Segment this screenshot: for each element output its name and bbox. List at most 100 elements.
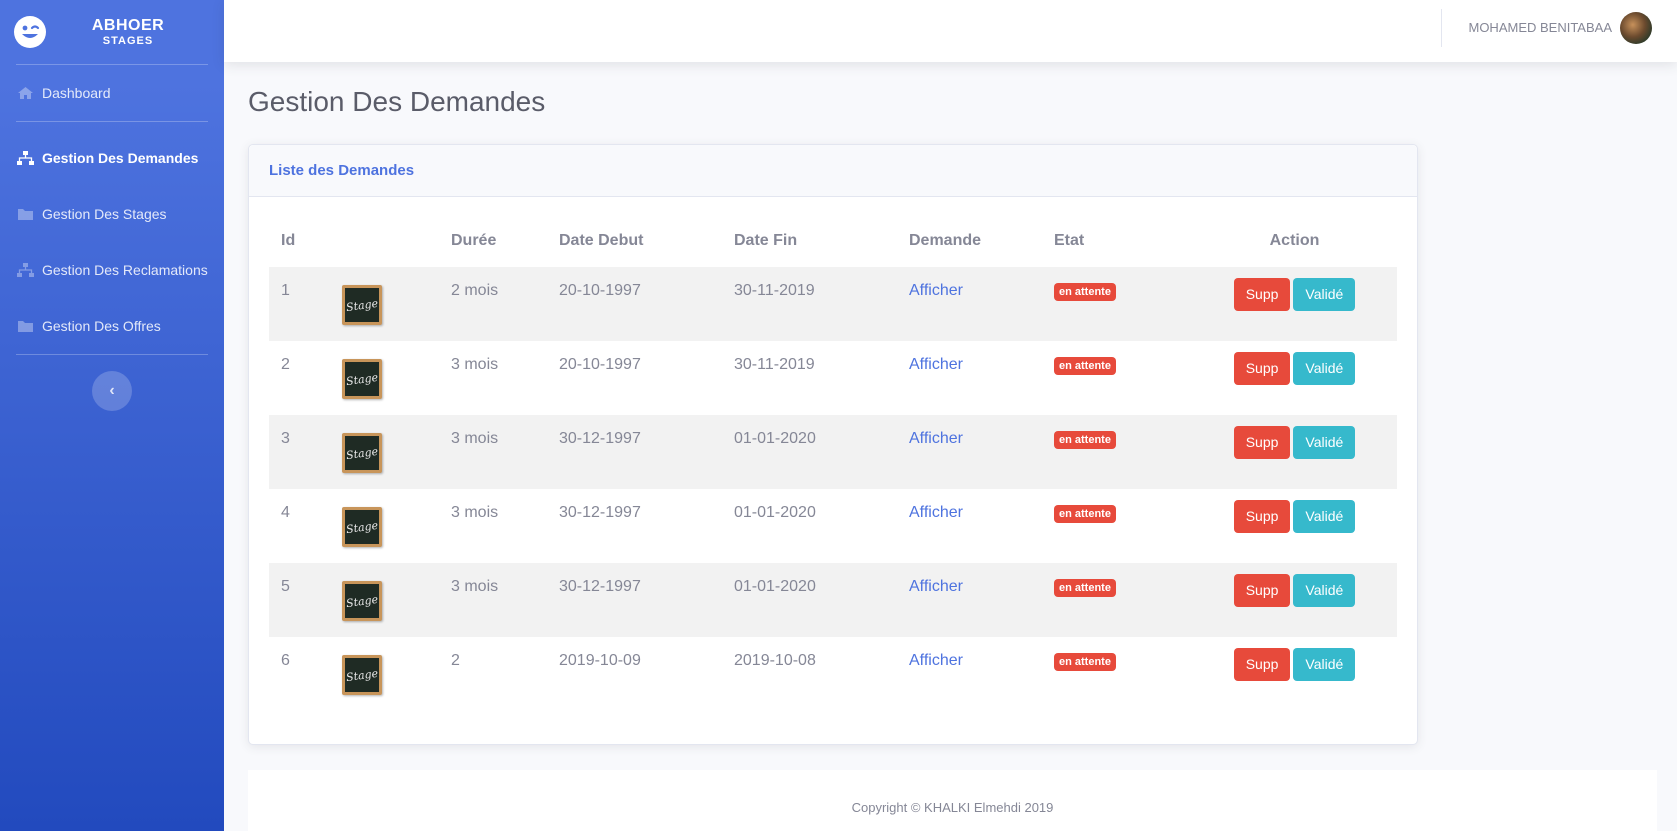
table-row: 5 Stage 3 mois 30-12-1997 01-01-2020 Afficher…	[269, 563, 1397, 637]
cell-date-fin: 01-01-2020	[734, 504, 816, 521]
status-badge: en attente	[1054, 653, 1116, 671]
stage-image-text: Stage	[345, 592, 379, 610]
valide-button[interactable]: Validé	[1293, 500, 1356, 533]
sitemap-icon	[17, 151, 34, 165]
sidebar-item-stages[interactable]: Gestion Des Stages	[0, 186, 224, 242]
cell-action: Supp Validé	[1192, 415, 1397, 489]
sidebar-item-reclamations[interactable]: Gestion Des Reclamations	[0, 242, 224, 298]
afficher-link[interactable]: Afficher	[909, 652, 963, 669]
home-icon	[17, 86, 34, 100]
stage-image: Stage	[337, 354, 387, 404]
col-header-action: Action	[1269, 232, 1320, 249]
cell-id: 5	[281, 578, 290, 595]
col-header-date-fin: Date Fin	[734, 232, 798, 249]
col-header-demande: Demande	[909, 232, 982, 249]
sidebar-item-dashboard[interactable]: Dashboard	[0, 65, 224, 121]
cell-demande: Afficher	[897, 637, 1042, 711]
stage-image: Stage	[337, 502, 387, 552]
stage-image: Stage	[337, 650, 387, 700]
brand-title: ABHOER	[91, 16, 165, 34]
cell-date-debut: 20-10-1997	[559, 356, 641, 373]
col-header-image	[325, 215, 439, 267]
cell-id: 6	[281, 652, 290, 669]
sidebar-brand[interactable]: ABHOER STAGES	[0, 0, 224, 64]
cell-date-fin: 01-01-2020	[734, 430, 816, 447]
cell-demande: Afficher	[897, 267, 1042, 341]
valide-button[interactable]: Validé	[1293, 278, 1356, 311]
supp-button[interactable]: Supp	[1233, 278, 1291, 311]
chevron-left-icon: ‹	[109, 382, 115, 399]
supp-button[interactable]: Supp	[1233, 352, 1291, 385]
cell-etat: en attente	[1042, 415, 1192, 489]
laugh-wink-icon	[14, 16, 46, 48]
cell-duree: 3 mois	[451, 578, 499, 595]
cell-image: Stage	[325, 415, 439, 489]
cell-duree: 3 mois	[451, 356, 499, 373]
valide-button[interactable]: Validé	[1293, 426, 1356, 459]
status-badge: en attente	[1054, 505, 1116, 523]
cell-image: Stage	[325, 563, 439, 637]
sidebar-item-demandes[interactable]: Gestion Des Demandes	[0, 130, 224, 186]
cell-etat: en attente	[1042, 637, 1192, 711]
cell-etat: en attente	[1042, 267, 1192, 341]
user-name[interactable]: MOHAMED BENITABAA	[1468, 20, 1612, 35]
sidebar-item-label: Gestion Des Demandes	[42, 150, 199, 166]
valide-button[interactable]: Validé	[1293, 648, 1356, 681]
supp-button[interactable]: Supp	[1233, 648, 1291, 681]
supp-button[interactable]: Supp	[1233, 500, 1291, 533]
cell-id: 4	[281, 504, 290, 521]
afficher-link[interactable]: Afficher	[909, 430, 963, 447]
supp-button[interactable]: Supp	[1233, 574, 1291, 607]
cell-duree: 3 mois	[451, 504, 499, 521]
status-badge: en attente	[1054, 357, 1116, 375]
cell-image: Stage	[325, 489, 439, 563]
status-badge: en attente	[1054, 283, 1116, 301]
valide-button[interactable]: Validé	[1293, 574, 1356, 607]
stage-image: Stage	[337, 428, 387, 478]
afficher-link[interactable]: Afficher	[909, 282, 963, 299]
footer: Copyright © KHALKI Elmehdi 2019	[248, 770, 1657, 831]
table-row: 2 Stage 3 mois 20-10-1997 30-11-2019 Afficher…	[269, 341, 1397, 415]
brand-subtitle: STAGES	[102, 35, 154, 47]
sitemap-icon	[17, 263, 34, 277]
sidebar-item-offres[interactable]: Gestion Des Offres	[0, 298, 224, 354]
cell-id: 1	[281, 282, 290, 299]
copyright-text: Copyright © KHALKI Elmehdi 2019	[851, 800, 1054, 815]
cell-duree: 3 mois	[451, 430, 499, 447]
cell-id: 2	[281, 356, 290, 373]
cell-date-debut: 30-12-1997	[559, 578, 641, 595]
cell-action: Supp Validé	[1192, 489, 1397, 563]
cell-etat: en attente	[1042, 489, 1192, 563]
col-header-duree: Durée	[451, 232, 497, 249]
supp-button[interactable]: Supp	[1233, 426, 1291, 459]
table-row: 1 Stage 2 mois 20-10-1997 30-11-2019 Afficher…	[269, 267, 1397, 341]
afficher-link[interactable]: Afficher	[909, 504, 963, 521]
col-header-date-debut: Date Debut	[559, 232, 644, 249]
cell-date-fin: 2019-10-08	[734, 652, 816, 669]
sidebar-item-label: Gestion Des Stages	[42, 206, 167, 222]
cell-demande: Afficher	[897, 563, 1042, 637]
cell-duree: 2 mois	[451, 282, 499, 299]
page-title: Gestion Des Demandes	[248, 86, 546, 117]
folder-icon	[17, 207, 34, 221]
stage-image-text: Stage	[345, 666, 379, 684]
stage-image-text: Stage	[345, 370, 379, 388]
cell-image: Stage	[325, 267, 439, 341]
cell-action: Supp Validé	[1192, 563, 1397, 637]
folder-icon	[17, 319, 34, 333]
cell-etat: en attente	[1042, 563, 1192, 637]
cell-etat: en attente	[1042, 341, 1192, 415]
valide-button[interactable]: Validé	[1293, 352, 1356, 385]
table-row: 4 Stage 3 mois 30-12-1997 01-01-2020 Afficher…	[269, 489, 1397, 563]
cell-date-debut: 30-12-1997	[559, 504, 641, 521]
sidebar: ABHOER STAGES Dashboard Gestion Des Dema…	[0, 0, 224, 831]
status-badge: en attente	[1054, 579, 1116, 597]
afficher-link[interactable]: Afficher	[909, 578, 963, 595]
stage-image: Stage	[337, 280, 387, 330]
cell-date-fin: 30-11-2019	[734, 282, 815, 299]
sidebar-toggle-button[interactable]: ‹	[92, 371, 132, 411]
cell-date-debut: 2019-10-09	[559, 652, 641, 669]
afficher-link[interactable]: Afficher	[909, 356, 963, 373]
avatar[interactable]	[1620, 12, 1652, 44]
table-header-row: Id Durée Date Debut Date Fin Demande Eta…	[269, 215, 1397, 267]
